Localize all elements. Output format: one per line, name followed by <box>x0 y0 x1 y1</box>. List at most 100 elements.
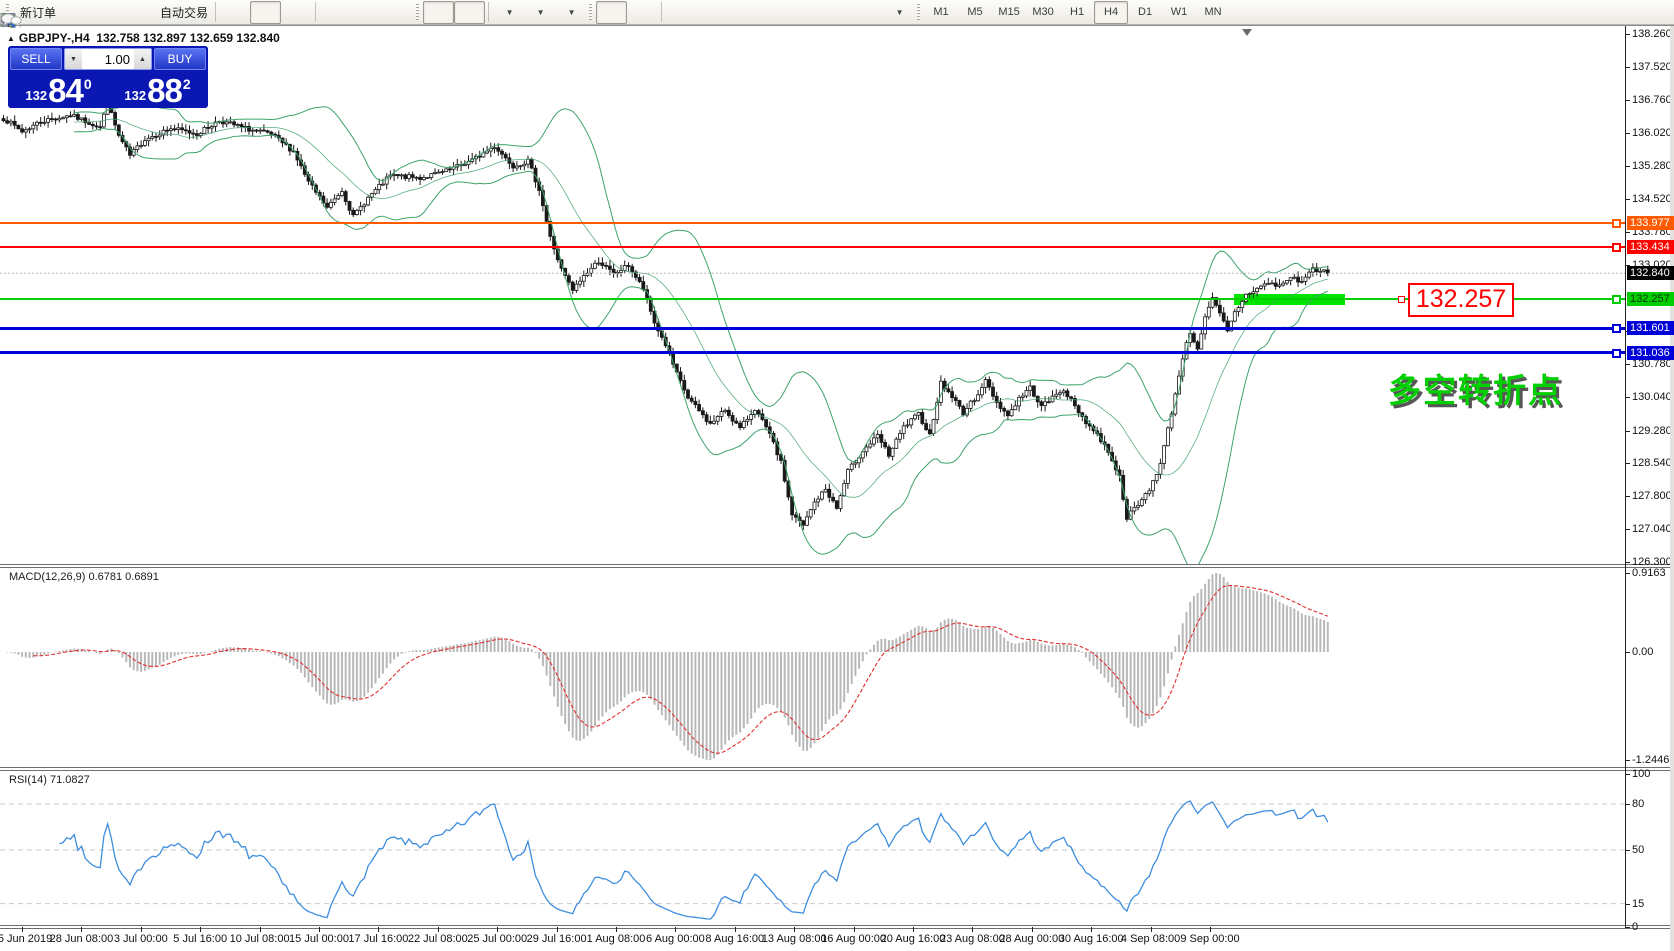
volume-input[interactable] <box>82 49 134 69</box>
horizontal-line-object[interactable] <box>0 351 1625 354</box>
time-axis-tick <box>378 927 379 932</box>
buy-button[interactable]: BUY <box>154 48 206 70</box>
timeframe-button-w1[interactable]: W1 <box>1162 1 1196 24</box>
timeframe-button-mn[interactable]: MN <box>1196 1 1230 24</box>
periods-button[interactable]: ▼ <box>523 1 554 24</box>
line-anchor-handle[interactable] <box>1612 295 1621 304</box>
price-tick-label: 127.800 <box>1632 490 1672 502</box>
text-label-button[interactable]: T <box>851 1 882 24</box>
autotrading-button[interactable]: 自动交易 <box>153 1 212 24</box>
dropdown-caret-icon[interactable]: ▼ <box>537 8 545 17</box>
time-tick-label: 3 Jul 00:00 <box>114 933 168 945</box>
rsi-pane-canvas <box>0 770 1625 925</box>
turning-point-text[interactable]: 多空转折点 <box>1388 364 1563 412</box>
rsi-axis-tick <box>1625 927 1630 928</box>
line-anchor-handle[interactable] <box>1612 243 1621 252</box>
time-axis-tick <box>913 927 914 932</box>
tile-windows-button[interactable] <box>381 1 412 24</box>
timeframe-button-m15[interactable]: M15 <box>992 1 1026 24</box>
price-pane-canvas <box>0 26 1625 564</box>
time-tick-label: 16 Aug 00:00 <box>821 933 886 945</box>
text-button[interactable]: A <box>820 1 851 24</box>
zoom-in-button[interactable] <box>319 1 350 24</box>
search-button[interactable] <box>1596 1 1627 24</box>
time-axis-tick <box>1032 927 1033 932</box>
timeframe-button-d1[interactable]: D1 <box>1128 1 1162 24</box>
toolbar: 新订单自动交易▼▼▼EFAT▼M1M5M15M30H1H4D1W1MN <box>0 0 1674 25</box>
new-chart-button[interactable]: ▼ <box>492 1 523 24</box>
toolbar-group <box>219 0 312 25</box>
timeframe-button-h4[interactable]: H4 <box>1094 1 1128 24</box>
fibonacci-button[interactable]: E <box>758 1 789 24</box>
price-tick-label: 130.040 <box>1632 391 1672 403</box>
toolbar-separator <box>488 2 489 22</box>
price-callout-anchor[interactable] <box>1398 296 1405 303</box>
macd-tick-label: -1.2446 <box>1632 754 1669 766</box>
line-anchor-handle[interactable] <box>1612 324 1621 333</box>
horizontal-line-object[interactable] <box>0 222 1625 224</box>
time-axis-tick <box>22 927 23 932</box>
volume-increase-button[interactable]: ▲ <box>134 49 151 69</box>
time-axis-tick <box>260 927 261 932</box>
sell-button[interactable]: SELL <box>10 48 62 70</box>
time-tick-label: 4 Sep 08:00 <box>1121 933 1180 945</box>
timeframe-button-m5[interactable]: M5 <box>958 1 992 24</box>
market-watch-button[interactable] <box>60 1 91 24</box>
timeframe-button-h1[interactable]: H1 <box>1060 1 1094 24</box>
time-tick-label: 6 Aug 00:00 <box>646 933 705 945</box>
timeframe-button-m1[interactable]: M1 <box>924 1 958 24</box>
zoom-out-button[interactable] <box>350 1 381 24</box>
auto-scroll-button[interactable] <box>423 1 454 24</box>
line-anchor-handle[interactable] <box>1612 219 1621 228</box>
price-axis-tick <box>1625 562 1630 563</box>
timeframe-button-m30[interactable]: M30 <box>1026 1 1060 24</box>
time-tick-label: 25 Jun 2019 <box>0 933 52 945</box>
sell-price[interactable]: 132840 <box>10 72 107 107</box>
toolbar-separator <box>661 2 662 22</box>
toolbar-grip <box>414 3 421 21</box>
dropdown-caret-icon[interactable]: ▼ <box>896 8 904 17</box>
chat-button[interactable] <box>1633 1 1664 24</box>
arrows-button[interactable]: ▼ <box>882 1 913 24</box>
vertical-line-button[interactable] <box>665 1 696 24</box>
macd-tick-label: 0.00 <box>1632 646 1653 658</box>
price-tick-label: 130.780 <box>1632 358 1672 370</box>
horizontal-line-button[interactable] <box>696 1 727 24</box>
rsi-axis-tick <box>1625 850 1630 851</box>
price-line-tag: 133.977 <box>1627 216 1674 230</box>
horizontal-line-object[interactable] <box>0 298 1625 300</box>
collapse-arrow-icon[interactable]: ▲ <box>7 34 15 43</box>
fibonacci-expansion-button[interactable]: F <box>789 1 820 24</box>
volume-decrease-button[interactable]: ▼ <box>65 49 82 69</box>
horizontal-line-object[interactable] <box>0 327 1625 330</box>
time-tick-label: 17 Jul 16:00 <box>348 933 408 945</box>
toolbar-separator <box>215 2 216 22</box>
time-axis-tick <box>200 927 201 932</box>
signals-button[interactable] <box>122 1 153 24</box>
candlestick-chart-button[interactable] <box>250 1 281 24</box>
crosshair-button[interactable] <box>627 1 658 24</box>
rsi-timeaxis-separator <box>0 925 1674 929</box>
rsi-tick-label: 50 <box>1632 844 1644 856</box>
profile-button[interactable] <box>91 1 122 24</box>
horizontal-line-object[interactable] <box>0 246 1625 248</box>
line-anchor-handle[interactable] <box>1612 349 1621 358</box>
trendline-button[interactable] <box>727 1 758 24</box>
price-callout-box[interactable]: 132.257 <box>1408 283 1514 317</box>
line-chart-button[interactable] <box>281 1 312 24</box>
macd-rsi-separator[interactable] <box>0 767 1674 771</box>
bar-chart-button[interactable] <box>219 1 250 24</box>
cursor-button[interactable] <box>596 1 627 24</box>
window-edge-strip <box>1670 26 1674 951</box>
chart-shift-marker[interactable] <box>1242 29 1252 36</box>
dropdown-caret-icon[interactable]: ▼ <box>506 8 514 17</box>
buy-price[interactable]: 132882 <box>109 72 206 107</box>
sell-price-prefix: 132 <box>25 88 47 103</box>
dropdown-caret-icon[interactable]: ▼ <box>568 8 576 17</box>
time-tick-label: 9 Sep 00:00 <box>1180 933 1239 945</box>
chart-shift-button[interactable] <box>454 1 485 24</box>
toolbar-separator <box>315 2 316 22</box>
main-macd-separator[interactable] <box>0 564 1674 568</box>
templates-button[interactable]: ▼ <box>554 1 585 24</box>
time-axis-tick <box>794 927 795 932</box>
